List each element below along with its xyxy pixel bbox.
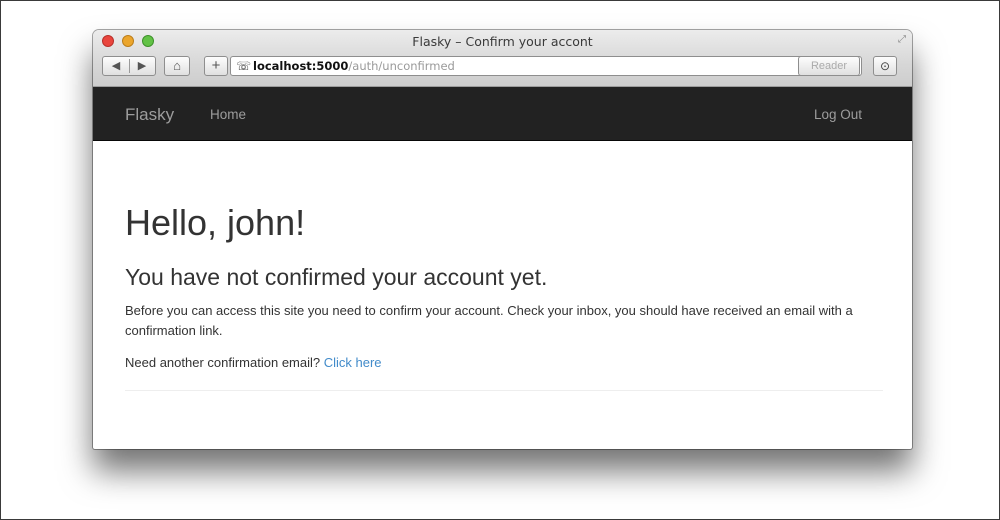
logout-link[interactable]: Log Out	[814, 107, 862, 122]
divider	[129, 59, 130, 73]
download-icon: ⊙	[879, 59, 891, 73]
site-navbar: Flasky Home Log Out	[93, 87, 912, 141]
browser-window: Flasky – Confirm your accont ⤢ ◀ ▶ ⌂ + ☏ …	[93, 30, 912, 449]
divider	[125, 390, 883, 391]
home-icon: ⌂	[173, 58, 181, 73]
back-forward-buttons: ◀ ▶	[102, 56, 156, 76]
home-button[interactable]: ⌂	[164, 56, 190, 76]
url-host: localhost:5000	[253, 59, 349, 73]
page-heading: Hello, john!	[125, 202, 306, 243]
title-bar: Flasky – Confirm your accont ⤢ ◀ ▶ ⌂ + ☏ …	[93, 30, 912, 87]
resend-paragraph: Need another confirmation email? Click h…	[125, 353, 883, 373]
resend-confirmation-link[interactable]: Click here	[324, 355, 382, 370]
reader-button[interactable]: Reader	[798, 56, 860, 76]
downloads-button[interactable]: ⊙	[873, 56, 897, 76]
plus-icon: +	[211, 57, 221, 74]
url-text: localhost:5000/auth/unconfirmed	[253, 57, 455, 75]
address-bar[interactable]: ☏ localhost:5000/auth/unconfirmed ↻	[230, 56, 862, 76]
phone-icon: ☏	[236, 59, 252, 73]
fullscreen-icon[interactable]: ⤢	[898, 34, 906, 45]
add-bookmark-button[interactable]: +	[204, 56, 228, 76]
back-button[interactable]: ◀	[103, 57, 129, 75]
url-path: /auth/unconfirmed	[348, 59, 455, 73]
confirmation-message: Before you can access this site you need…	[125, 303, 853, 338]
page-subheading: You have not confirmed your account yet.	[125, 264, 548, 290]
forward-button[interactable]: ▶	[129, 57, 155, 75]
resend-prompt: Need another confirmation email?	[125, 355, 321, 370]
nav-home-link[interactable]: Home	[210, 107, 246, 122]
brand-link[interactable]: Flasky	[125, 105, 174, 125]
window-title: Flasky – Confirm your accont	[412, 34, 593, 49]
